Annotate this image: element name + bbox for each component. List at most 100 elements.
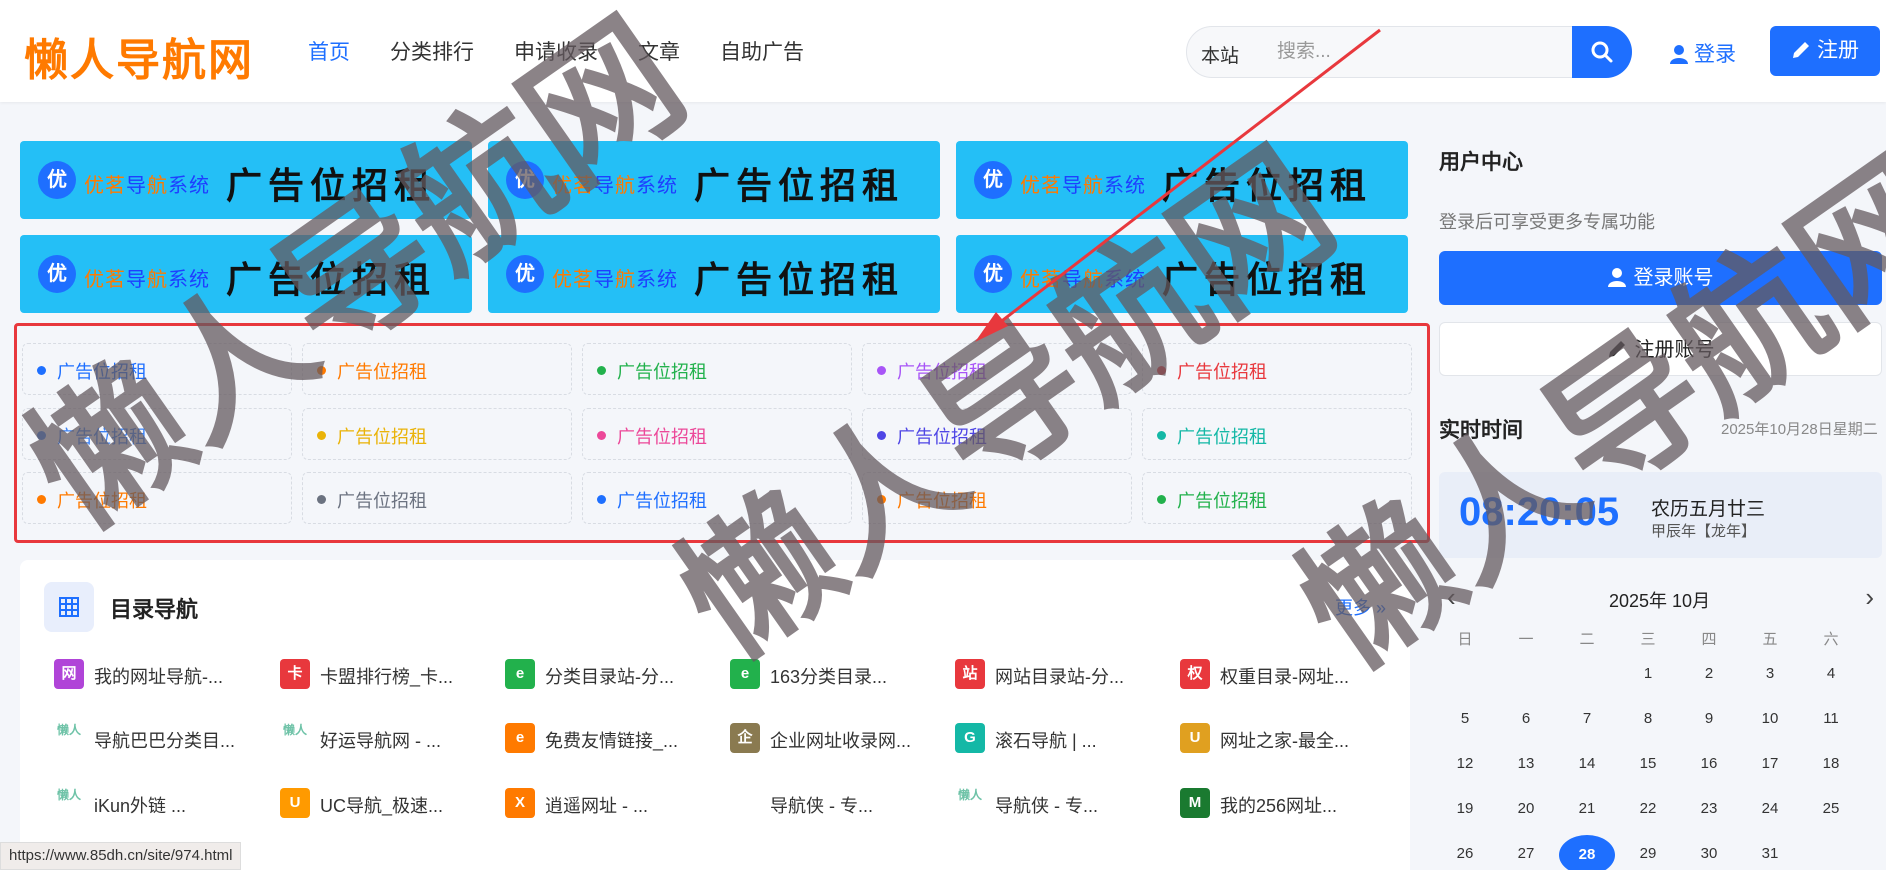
ad-banner[interactable]: 优优茗导航系统 广告位招租: [488, 235, 940, 313]
directory-item[interactable]: 网我的网址导航-...: [54, 659, 264, 693]
calendar-day[interactable]: 4: [1811, 665, 1851, 682]
nav-articles[interactable]: 文章: [638, 36, 680, 66]
nav-home[interactable]: 首页: [308, 36, 350, 66]
login-link[interactable]: 登录: [1670, 38, 1736, 68]
ad-text-link[interactable]: 广告位招租: [862, 343, 1132, 395]
calendar-day[interactable]: 20: [1506, 800, 1546, 817]
search-scope-select[interactable]: 本站: [1201, 41, 1239, 68]
directory-item-label: 导航巴巴分类目...: [94, 731, 236, 751]
calendar-day[interactable]: 13: [1506, 755, 1546, 772]
ad-banner[interactable]: 优优茗导航系统 广告位招租: [20, 235, 472, 313]
banner-headline: 广告位招租: [1162, 259, 1373, 301]
ad-text-link[interactable]: 广告位招租: [862, 408, 1132, 460]
directory-item[interactable]: 导航侠 - 专...: [730, 788, 940, 822]
calendar-day[interactable]: 30: [1689, 845, 1729, 862]
ad-banner[interactable]: 优优茗导航系统 广告位招租: [20, 141, 472, 219]
directory-item[interactable]: e 分类目录站-分...: [505, 659, 715, 693]
calendar-day[interactable]: 2: [1689, 665, 1729, 682]
calendar-day[interactable]: 6: [1506, 710, 1546, 727]
directory-item-label: iKun外链 ...: [94, 796, 187, 816]
calendar-day[interactable]: 12: [1445, 755, 1485, 772]
calendar-day[interactable]: 7: [1567, 710, 1607, 727]
calendar-day[interactable]: 17: [1750, 755, 1790, 772]
directory-item[interactable]: e 163分类目录...: [730, 659, 940, 693]
calendar-day[interactable]: 9: [1689, 710, 1729, 727]
calendar-day[interactable]: 5: [1445, 710, 1485, 727]
calendar-today[interactable]: 28: [1559, 835, 1615, 870]
directory-item[interactable]: M 我的256网址...: [1180, 788, 1390, 822]
calendar-day[interactable]: 27: [1506, 845, 1546, 862]
ad-text-link[interactable]: 广告位招租: [582, 408, 852, 460]
nav-apply-submit[interactable]: 申请收录: [514, 36, 598, 66]
brand-part: 航: [147, 269, 168, 291]
calendar-day[interactable]: 24: [1750, 800, 1790, 817]
calendar-day[interactable]: 15: [1628, 755, 1668, 772]
ad-link-label: 广告位招租: [897, 491, 987, 511]
search-input[interactable]: 搜索...: [1269, 27, 1549, 77]
directory-item[interactable]: 懒人 好运导航网 - ...: [280, 723, 490, 757]
calendar-day[interactable]: 1: [1628, 665, 1668, 682]
ad-text-link[interactable]: 广告位招租: [22, 408, 292, 460]
directory-item[interactable]: 卡卡盟排行榜_卡...: [280, 659, 490, 693]
calendar-day[interactable]: 23: [1689, 800, 1729, 817]
ad-text-link[interactable]: 广告位招租: [1142, 408, 1412, 460]
site-logo[interactable]: 懒人导航网: [24, 24, 254, 88]
badge-logo-icon: 优: [506, 255, 544, 293]
directory-item[interactable]: 懒人 iKun外链 ...: [54, 788, 264, 822]
calendar-day[interactable]: 3: [1750, 665, 1790, 682]
calendar-day[interactable]: 18: [1811, 755, 1851, 772]
calendar-day[interactable]: 31: [1750, 845, 1790, 862]
directory-item[interactable]: U 网址之家-最全...: [1180, 723, 1390, 757]
calendar-weekday: 五: [1762, 631, 1778, 648]
user-center-desc: 登录后可享受更多专属功能: [1439, 212, 1655, 232]
directory-item[interactable]: X 逍遥网址 - ...: [505, 788, 715, 822]
login-account-label: 登录账号: [1633, 267, 1714, 289]
ad-banner[interactable]: 优优茗导航系统 广告位招租: [956, 141, 1408, 219]
directory-item[interactable]: 站网站目录站-分...: [955, 659, 1165, 693]
ad-text-link[interactable]: 广告位招租: [862, 472, 1132, 524]
ad-text-link[interactable]: 广告位招租: [302, 472, 572, 524]
ad-banner[interactable]: 优优茗导航系统 广告位招租: [488, 141, 940, 219]
ad-text-link[interactable]: 广告位招租: [22, 343, 292, 395]
ad-text-link[interactable]: 广告位招租: [582, 472, 852, 524]
directory-item-label: 我的网址导航-...: [94, 667, 223, 687]
calendar-day[interactable]: 19: [1445, 800, 1485, 817]
calendar-day[interactable]: 22: [1628, 800, 1668, 817]
nav-self-ads[interactable]: 自助广告: [720, 36, 804, 66]
directory-item[interactable]: 懒人 导航侠 - 专...: [955, 788, 1165, 822]
calendar-day[interactable]: 8: [1628, 710, 1668, 727]
directory-item[interactable]: U UC导航_极速...: [280, 788, 490, 822]
calendar-next-button[interactable]: ›: [1865, 584, 1874, 610]
site-favicon-icon: 站: [955, 659, 985, 689]
ad-text-link[interactable]: 广告位招租: [582, 343, 852, 395]
register-account-button[interactable]: 注册账号: [1439, 322, 1882, 376]
directory-item[interactable]: 权权重目录-网址...: [1180, 659, 1390, 693]
calendar-day[interactable]: 29: [1628, 845, 1668, 862]
directory-item[interactable]: 企企业网址收录网...: [730, 723, 940, 757]
directory-item[interactable]: G 滚石导航 | ...: [955, 723, 1165, 757]
directory-item[interactable]: 懒人 导航巴巴分类目...: [54, 723, 264, 757]
ad-text-link[interactable]: 广告位招租: [1142, 472, 1412, 524]
ad-text-link[interactable]: 广告位招租: [22, 472, 292, 524]
calendar-day[interactable]: 10: [1750, 710, 1790, 727]
calendar-day[interactable]: 21: [1567, 800, 1607, 817]
directory-item[interactable]: e 免费友情链接_...: [505, 723, 715, 757]
calendar-day[interactable]: 26: [1445, 845, 1485, 862]
search-button[interactable]: [1572, 26, 1632, 78]
ad-text-link[interactable]: 广告位招租: [302, 343, 572, 395]
calendar-day[interactable]: 16: [1689, 755, 1729, 772]
register-button[interactable]: 注册: [1770, 26, 1880, 76]
calendar-day[interactable]: 14: [1567, 755, 1607, 772]
site-favicon-icon: X: [505, 788, 535, 818]
calendar-weekday: 四: [1701, 631, 1717, 648]
ad-banner[interactable]: 优优茗导航系统 广告位招租: [956, 235, 1408, 313]
directory-more-link[interactable]: 更多 »: [1335, 594, 1386, 620]
ad-text-link[interactable]: 广告位招租: [302, 408, 572, 460]
calendar-prev-button[interactable]: ‹: [1447, 584, 1456, 610]
login-account-button[interactable]: 登录账号: [1439, 251, 1882, 305]
nav-category-rank[interactable]: 分类排行: [390, 36, 474, 66]
ad-text-link[interactable]: 广告位招租: [1142, 343, 1412, 395]
site-favicon-icon: 网: [54, 659, 84, 689]
calendar-day[interactable]: 11: [1811, 710, 1851, 727]
calendar-day[interactable]: 25: [1811, 800, 1851, 817]
